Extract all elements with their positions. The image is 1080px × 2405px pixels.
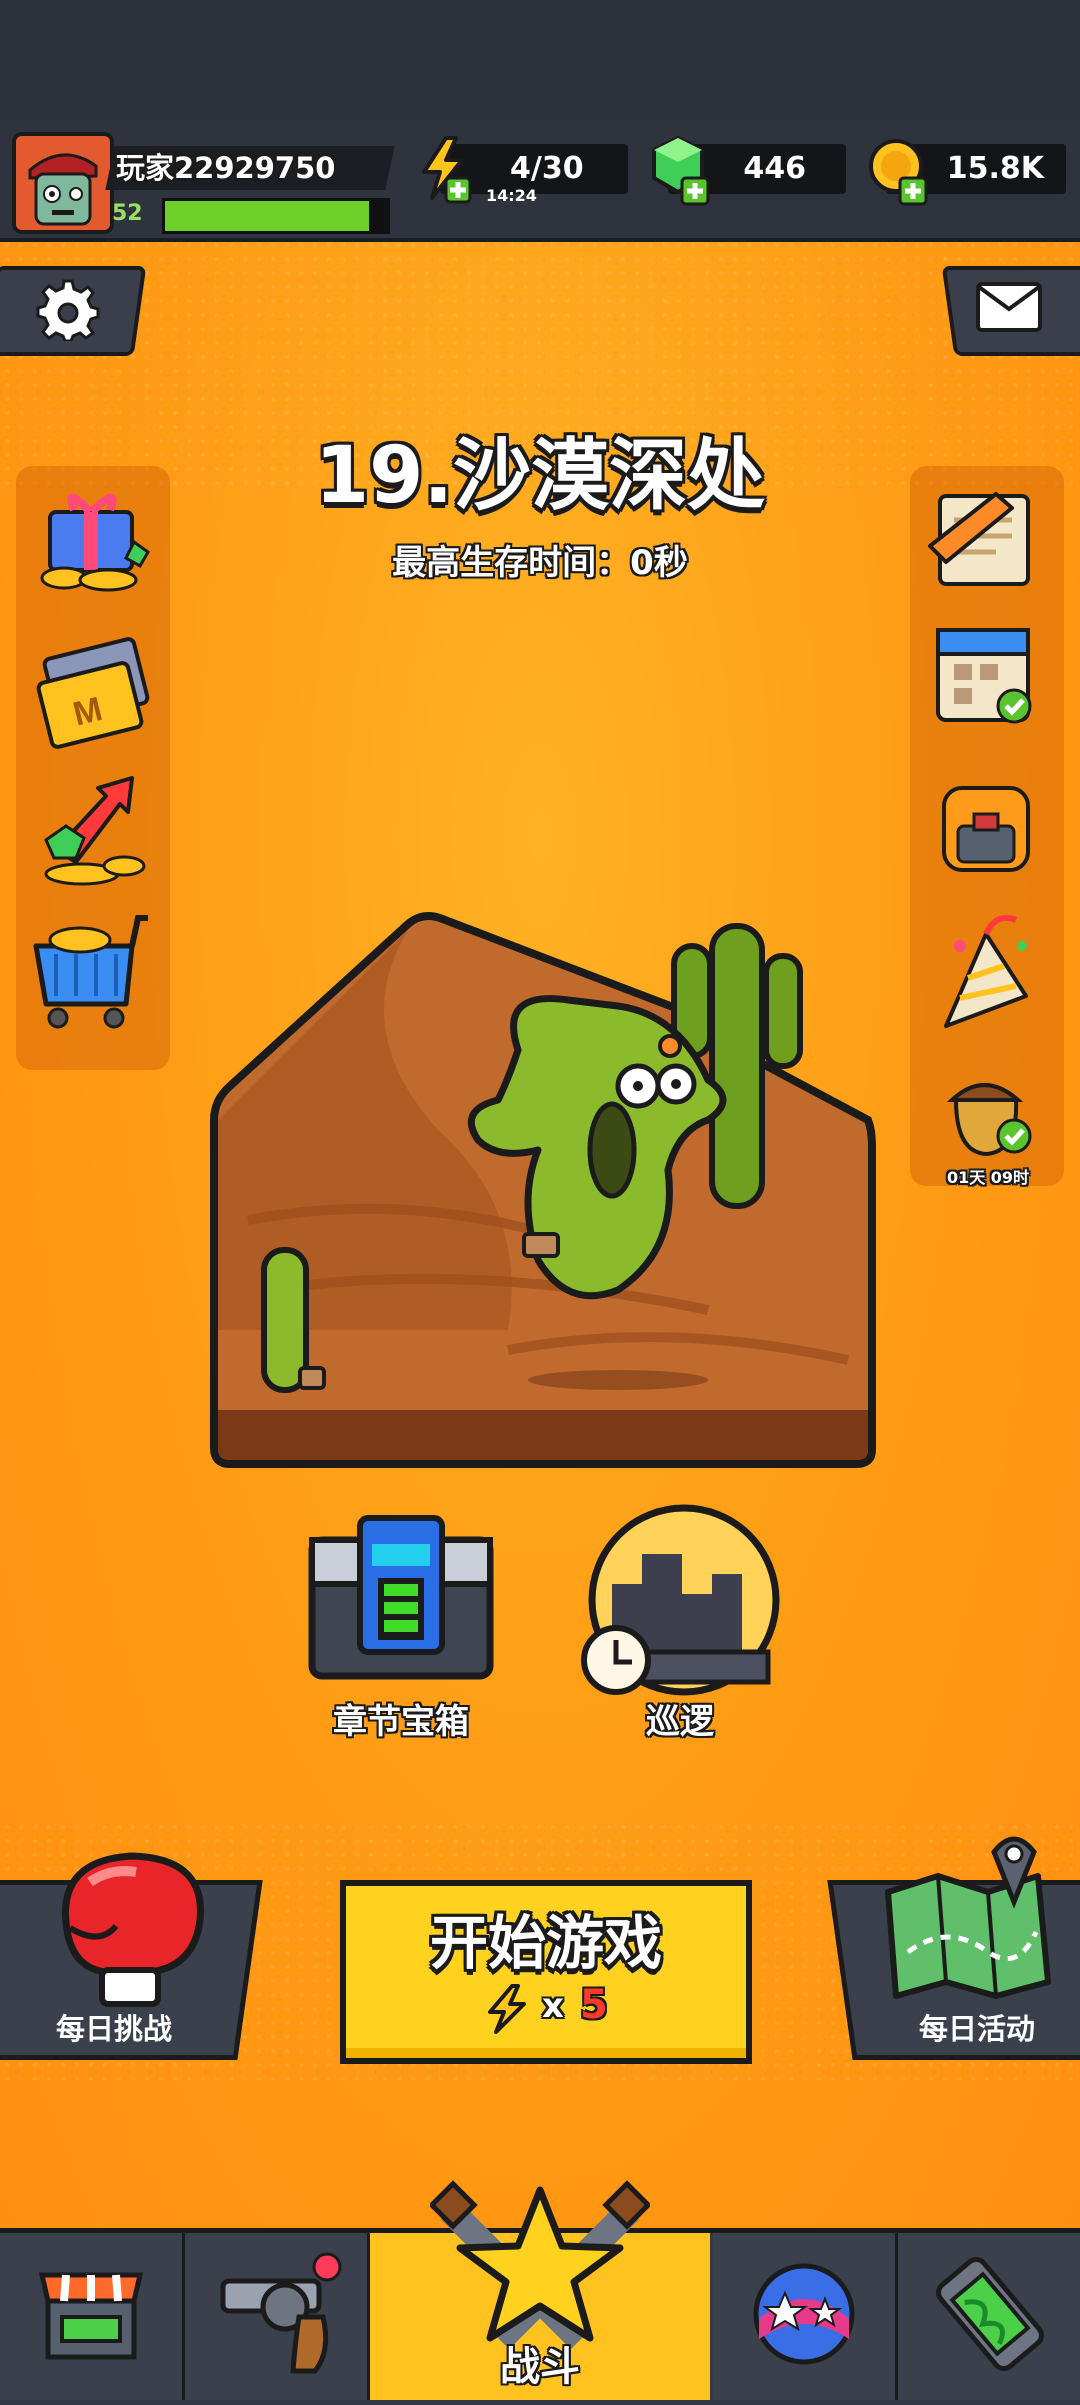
battle-label: 战斗	[500, 2344, 580, 2390]
gem-icon[interactable]	[648, 134, 714, 206]
dna-capsule-icon	[936, 2256, 1044, 2372]
chapter-chest-icon[interactable]	[306, 1510, 496, 1688]
mail-icon	[976, 282, 1042, 332]
boxing-glove-icon	[62, 1852, 204, 2007]
energy-cost-icon	[488, 1984, 526, 2034]
nav-tab-evolution[interactable]	[898, 2233, 1080, 2400]
nav-tab-weapons[interactable]	[185, 2233, 370, 2400]
calendar-checkin-icon[interactable]	[930, 616, 1042, 732]
avatar[interactable]	[12, 132, 114, 234]
xp-bar	[162, 198, 390, 234]
desert-stage-illustration[interactable]	[208, 910, 878, 1470]
backpack-icon[interactable]	[932, 776, 1042, 880]
coins-value: 15.8K	[946, 151, 1044, 186]
nav-tab-shop[interactable]	[0, 2233, 185, 2400]
gear-icon	[36, 279, 100, 341]
shop-stall-icon	[38, 2272, 144, 2360]
quest-scroll-icon[interactable]	[926, 484, 1046, 596]
zombie-avatar-icon	[16, 136, 110, 230]
start-game-label: 开始游戏	[429, 1909, 662, 1977]
map-icon	[885, 1836, 1051, 1999]
xp-bar-fill	[165, 201, 370, 231]
revolver-icon	[220, 2252, 342, 2374]
acorn-timer: 01天 09时	[946, 1168, 1030, 1187]
party-popper-icon[interactable]	[926, 906, 1044, 1036]
player-name: 玩家22929750	[116, 151, 336, 185]
daily-event-label: 每日活动	[918, 2012, 1035, 2046]
nav-tab-talents[interactable]	[713, 2233, 898, 2400]
talent-orb-icon	[753, 2263, 855, 2365]
acorn-icon[interactable]	[932, 1056, 1042, 1164]
player-level: 52	[112, 201, 143, 226]
patrol-icon[interactable]	[572, 1504, 784, 1700]
gift-box-icon[interactable]	[34, 482, 152, 594]
monthly-card-icon[interactable]: M	[32, 634, 156, 752]
chapter-chest-label: 章节宝箱	[333, 1702, 469, 1742]
status-bar-area	[0, 0, 1080, 125]
patrol-label: 巡逻	[646, 1702, 714, 1742]
shop-cart-icon[interactable]	[30, 906, 154, 1038]
gems-value: 446	[743, 151, 806, 186]
energy-lightning-icon[interactable]	[416, 136, 476, 206]
energy-cost-x: x	[542, 1986, 564, 2026]
growth-fund-icon[interactable]	[36, 770, 152, 890]
energy-timer: 14:24	[486, 186, 537, 205]
daily-challenge-label: 每日挑战	[55, 2012, 172, 2046]
energy-cost-value: 5	[580, 1982, 608, 2028]
start-game-button[interactable]: 开始游戏 x 5	[340, 1880, 752, 2064]
coin-icon[interactable]	[866, 136, 932, 206]
